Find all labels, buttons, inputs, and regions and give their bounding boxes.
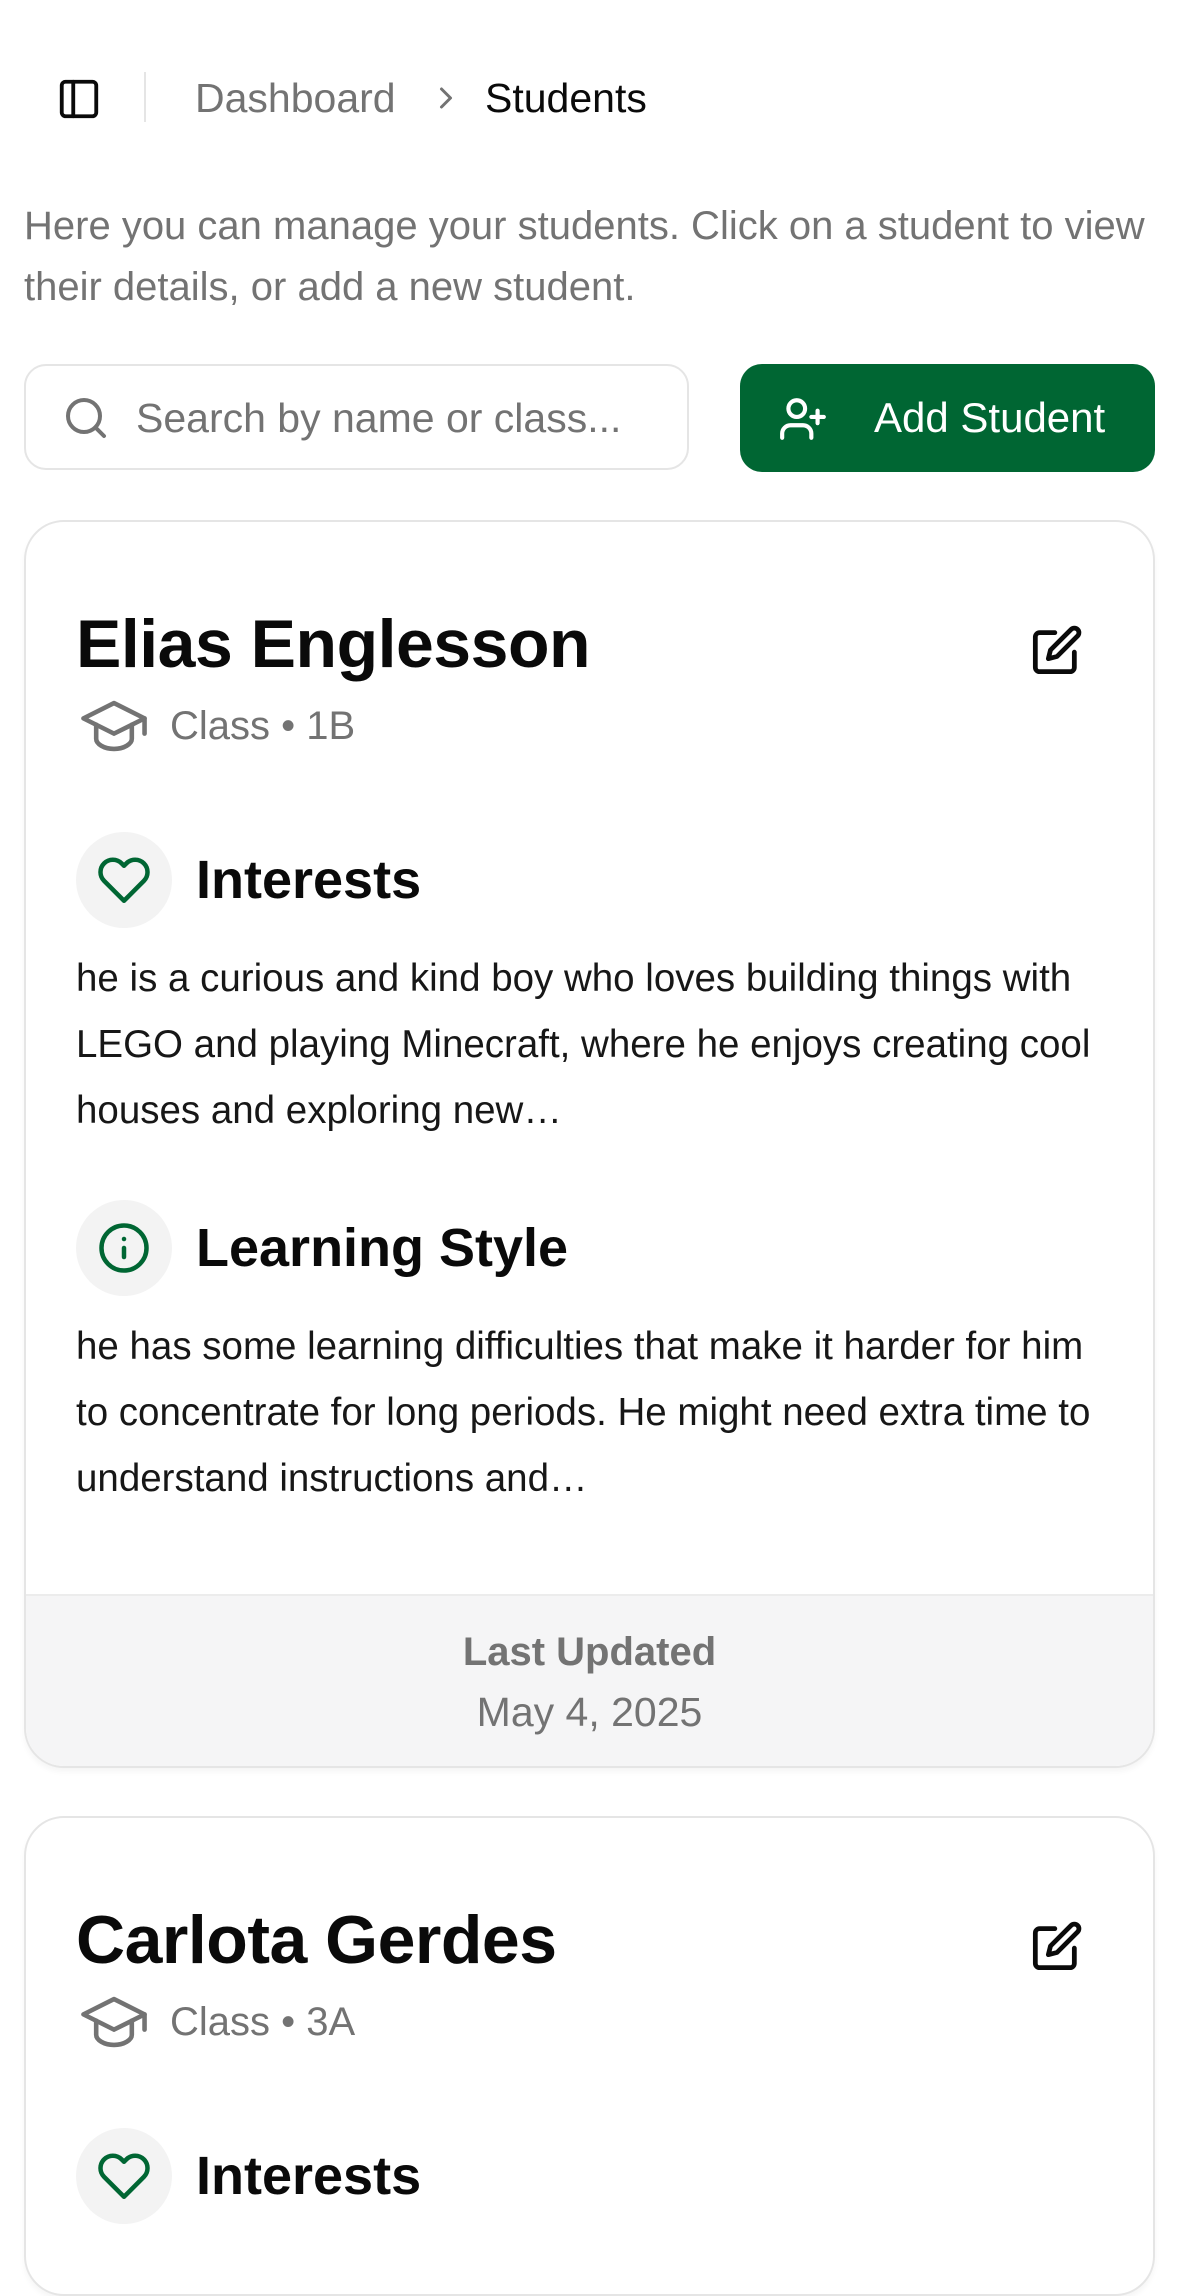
class-label: Class (170, 2000, 271, 2044)
interests-title: Interests (196, 2146, 422, 2206)
learning-style-title: Learning Style (196, 1218, 569, 1278)
edit-icon[interactable] (1031, 624, 1083, 676)
class-text: Class • 1B (170, 704, 356, 748)
graduation-cap-icon (81, 700, 147, 752)
graduation-cap-icon (81, 1996, 147, 2048)
sidebar-panel-icon (59, 79, 99, 119)
search-box[interactable] (24, 364, 689, 470)
class-info: Class • 3A (78, 1994, 355, 2050)
breadcrumb-dashboard[interactable]: Dashboard (195, 70, 396, 126)
class-value: 1B (306, 704, 356, 748)
interests-title: Interests (196, 850, 422, 910)
heart-icon (98, 2153, 150, 2200)
interests-icon-badge (76, 2128, 172, 2224)
card-footer: Last Updated May 4, 2025 (26, 1594, 1153, 1766)
top-bar: Dashboard Students (0, 0, 1179, 190)
chevron-right-icon (440, 87, 452, 109)
heart-icon (98, 857, 150, 904)
search-input[interactable] (136, 388, 666, 448)
interests-header: Interests (76, 832, 421, 928)
breadcrumb-current-page: Students (485, 75, 647, 121)
header-divider (144, 72, 146, 122)
class-text: Class • 3A (170, 2000, 356, 2044)
last-updated-date: May 4, 2025 (476, 1689, 703, 1735)
interests-header: Interests (76, 2128, 421, 2224)
sidebar-toggle-button[interactable] (48, 68, 110, 130)
student-card[interactable]: Carlota Gerdes Class • 3A Interests (24, 1816, 1155, 2296)
last-updated-label: Last Updated (462, 1630, 717, 1674)
interests-icon-badge (76, 832, 172, 928)
page-description: Here you can manage your students. Click… (24, 204, 1145, 309)
student-name: Carlota Gerdes (76, 1902, 557, 1978)
learning-style-text: he has some learning difficulties that m… (76, 1325, 1091, 1500)
edit-icon[interactable] (1031, 1920, 1083, 1972)
add-student-label: Add Student (874, 394, 1106, 441)
add-student-button[interactable]: Add Student (740, 364, 1155, 472)
class-label: Class (170, 704, 271, 748)
student-name: Elias Englesson (76, 606, 591, 682)
learning-style-header: Learning Style (76, 1200, 568, 1296)
student-card[interactable]: Elias Englesson Class • 1B Interests he … (24, 520, 1155, 1768)
user-plus-icon (780, 398, 826, 440)
learning-style-icon-badge (76, 1200, 172, 1296)
search-icon (66, 398, 106, 438)
interests-text: he is a curious and kind boy who loves b… (76, 957, 1091, 1132)
class-value: 3A (306, 2000, 356, 2044)
class-info: Class • 1B (78, 698, 355, 754)
info-icon (99, 1223, 149, 1273)
